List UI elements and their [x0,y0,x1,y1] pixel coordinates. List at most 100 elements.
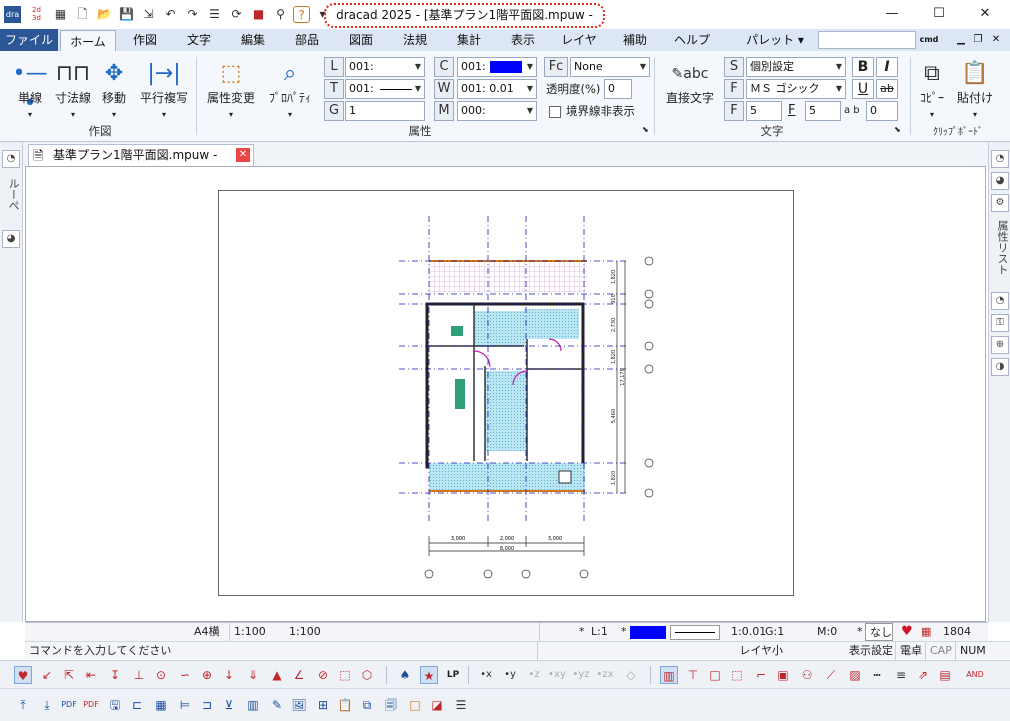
pdf-import-icon[interactable]: PDF [82,696,100,714]
paste-button[interactable]: 📋 貼付け ▾ [952,59,998,120]
select-mode-icon[interactable]: ▥ [660,666,678,684]
panel-palette-icon[interactable]: ◕ [991,172,1009,190]
minimize-button[interactable]: — [877,3,907,25]
panel-filter-icon[interactable]: ◑ [991,358,1009,376]
grid-icon[interactable]: ▦ [52,6,69,23]
dimension-button[interactable]: ⊓⊓ 寸法線 ▾ [52,59,94,120]
tab-assist[interactable]: 補助 [612,29,658,51]
tab-draw[interactable]: 作図 [122,29,168,51]
tab-total[interactable]: 集計 [446,29,492,51]
edit-align-icon[interactable]: ⊨ [176,696,194,714]
select-fence-icon[interactable]: ⟋ [822,666,840,684]
italic-button[interactable]: I [876,57,898,77]
font-combo[interactable]: ＭＳ ゴシック ▼ [746,79,846,99]
select-box-icon[interactable]: ▣ [774,666,792,684]
yz-plane-icon[interactable]: •yz [570,666,592,684]
calculator[interactable]: 電卓 [895,642,922,660]
select-rect-icon[interactable]: □ [706,666,724,684]
tab-home[interactable]: ホーム [60,30,116,51]
underline-button[interactable]: U [852,79,874,99]
command-search-input[interactable] [818,31,916,49]
cmd-icon[interactable]: cmd [918,29,940,51]
new-file-icon[interactable]: 🗋 [74,6,91,23]
select-dashed-icon[interactable]: ⬚ [728,666,746,684]
loupe-icon[interactable]: ◔ [2,150,20,168]
tab-help[interactable]: ヘルプ [666,29,718,51]
parallel-copy-button[interactable]: |→| 平行複写 ▾ [136,59,192,120]
snap-cube-icon[interactable]: ⬡ [358,666,376,684]
help-icon[interactable]: ? [293,6,310,23]
star-snap-icon[interactable]: ★ [420,666,438,684]
snap-arrow-2-icon[interactable]: ⇱ [60,666,78,684]
plane-icon[interactable]: ◇ [622,666,640,684]
redo-icon[interactable]: ↷ [184,6,201,23]
edit-duplicate-icon[interactable]: ⧉ [358,696,376,714]
width-combo[interactable]: 001: 0.01 ▼ [457,79,537,99]
edit-save-icon[interactable]: 🖫 [106,696,124,714]
tab-law[interactable]: 法規 [392,29,438,51]
drawing-canvas[interactable]: 3,000 2,000 3,000 8,000 1,820 910 2,730 … [25,166,986,622]
select-people-icon[interactable]: ⚇ [798,666,816,684]
property-button[interactable]: ⌕ ﾌﾟﾛﾊﾟﾃｨ ▾ [262,59,318,120]
snap-circle-icon[interactable]: ⊕ [198,666,216,684]
edit-move-icon[interactable]: ⤒ [14,696,32,714]
select-arrow-icon[interactable]: ⇗ [914,666,932,684]
zx-plane-icon[interactable]: •zx [594,666,616,684]
select-line-icon[interactable]: ⊤ [684,666,702,684]
bold-button[interactable]: B [852,57,874,77]
snap-angle-icon[interactable]: ∠ [290,666,308,684]
panel-settings-icon[interactable]: ⚙ [991,194,1009,212]
palette-icon[interactable]: ◕ [2,230,20,248]
hide-border-checkbox[interactable] [549,106,561,118]
refresh-icon[interactable]: ⟳ [228,6,245,23]
tab-parts[interactable]: 部品 [284,29,330,51]
2d3d-icon[interactable]: 2d 3d [28,6,45,23]
monitor-icon[interactable]: ■ [250,6,267,23]
font-width-input[interactable]: 5 [805,101,841,121]
snap-down-icon[interactable]: ↓ [220,666,238,684]
linetype-combo[interactable]: 001: ▼ [345,79,425,99]
select-dash-icon[interactable]: ┅ [868,666,886,684]
link-icon[interactable]: ⚲ [272,6,289,23]
tab-text[interactable]: 文字 [176,29,222,51]
copy-button[interactable]: ⧉ ｺﾋﾟｰ ▾ [914,59,950,120]
edit-square-icon[interactable]: □ [406,696,424,714]
dialog-launcher-icon[interactable]: ⬊ [642,125,649,134]
lp-icon[interactable]: LP [444,666,462,684]
edit-palette-icon[interactable]: ▦ [152,696,170,714]
snap-down2-icon[interactable]: ⇓ [244,666,262,684]
save-icon[interactable]: 💾 [118,6,135,23]
style-combo[interactable]: 個別設定 ▼ [746,57,846,77]
panel-search-icon[interactable]: ◔ [991,292,1009,310]
select-cross-icon[interactable]: ⌐ [752,666,770,684]
edit-tag-icon[interactable]: ◪ [428,696,446,714]
single-line-button[interactable]: •—• 単線 ▾ [10,59,50,120]
edit-pen-icon[interactable]: ✎ [268,696,286,714]
restore-minimize-icon[interactable]: ▁ [955,29,967,51]
snap-cross-icon[interactable]: ⊘ [314,666,332,684]
direct-text-button[interactable]: ✎abc 直接文字 [660,59,720,106]
select-image-icon[interactable]: ▨ [846,666,864,684]
tab-drawing[interactable]: 図面 [338,29,384,51]
dialog-launcher-icon[interactable]: ⬊ [894,125,901,134]
snap-curve-icon[interactable]: ∽ [176,666,194,684]
open-folder-icon[interactable]: 📂 [96,6,113,23]
color-combo[interactable]: 001: ▼ [457,57,537,77]
panel-add-icon[interactable]: ⊕ [991,336,1009,354]
document-tab[interactable]: 🗎 基準プラン1階平面図.mpuw - Cloud ✕ [28,144,254,182]
edit-doc-icon[interactable]: 🗐 [382,696,400,714]
maximize-button[interactable]: ☐ [924,3,954,25]
select-lines-icon[interactable]: ≡ [892,666,910,684]
restore-icon[interactable]: ❐ [972,29,984,51]
group-input[interactable]: 1 [345,101,425,121]
undo-icon[interactable]: ↶ [162,6,179,23]
tab-edit[interactable]: 編集 [230,29,276,51]
snap-arrow-5-icon[interactable]: ⊥ [130,666,148,684]
tab-file[interactable]: ファイル [0,29,58,51]
edit-grid-icon[interactable]: ⊞ [314,696,332,714]
snap-arrow-3-icon[interactable]: ⇤ [82,666,100,684]
layer-combo[interactable]: 001: ▼ [345,57,425,77]
snap-arrow-4-icon[interactable]: ↧ [106,666,124,684]
and-mode-icon[interactable]: AND [966,666,984,684]
edit-paste-icon[interactable]: 📋 [336,696,354,714]
